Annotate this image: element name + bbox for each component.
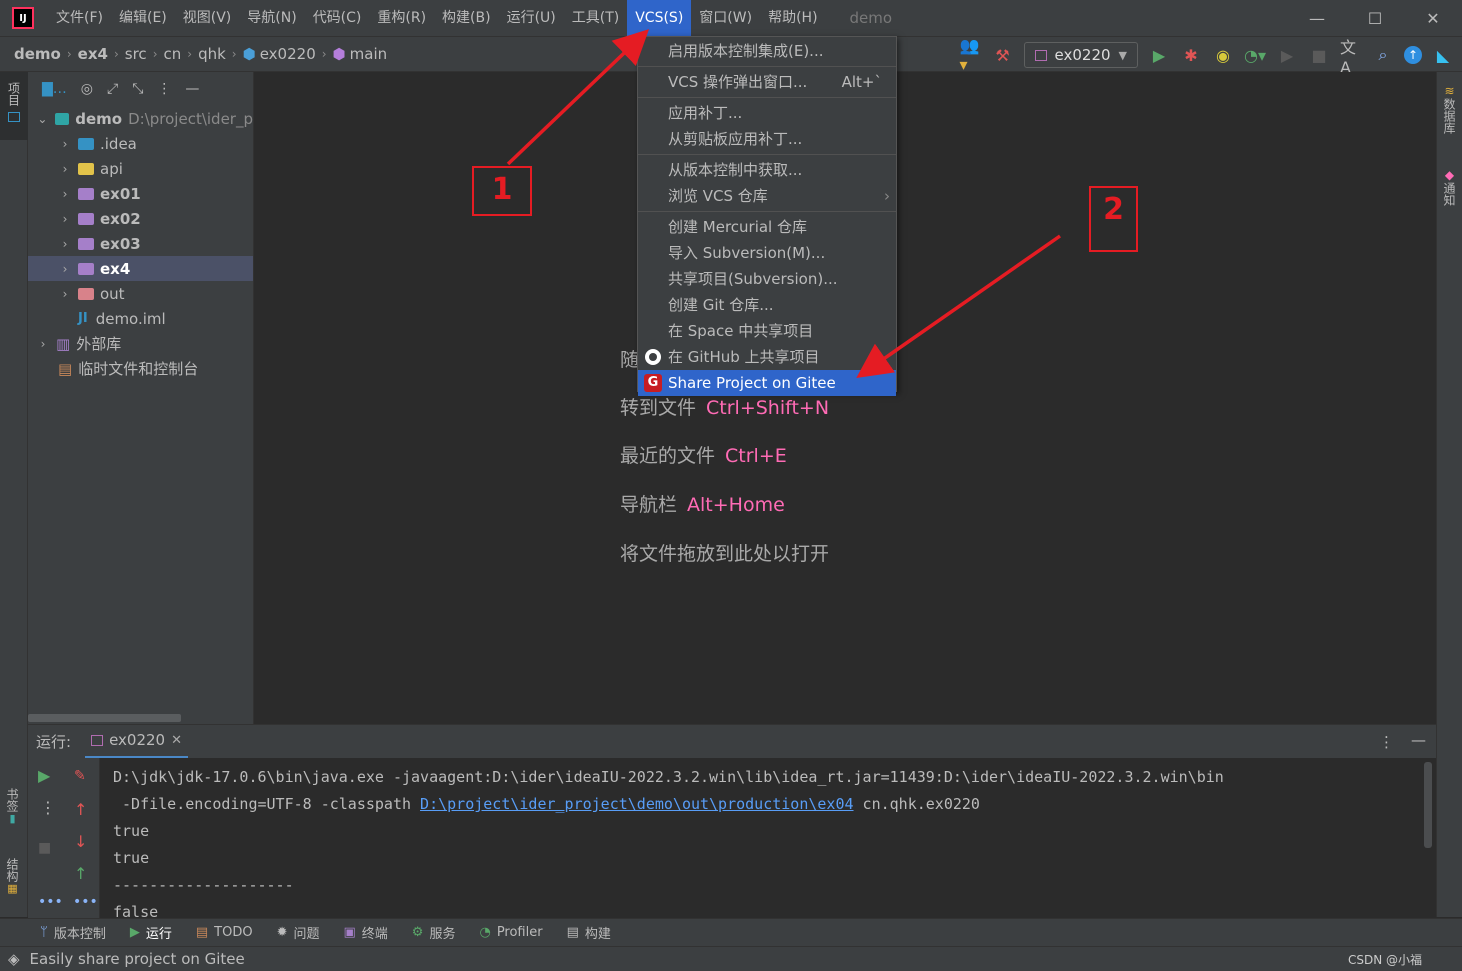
stop-icon: ■: [38, 840, 52, 856]
services-icon: ⚙: [411, 925, 424, 940]
arrow-to-gitee-item: [856, 234, 1062, 379]
tab-label: 运行: [145, 927, 172, 942]
todo-icon: ▤: [195, 925, 209, 940]
tab-label: 终端: [361, 927, 388, 942]
run-side-toolbar: ▶ ✎ ⋮ ↑ ■ ↓ ↑ ••• •••: [28, 758, 100, 918]
profiler-icon: ◔: [479, 925, 491, 940]
ellipsis-icon[interactable]: •••: [38, 894, 63, 910]
tab-version-control[interactable]: ᛘ 版本控制: [40, 923, 106, 942]
status-bar: ◈ Easily share project on Gitee CSDN @小福: [0, 946, 1462, 971]
tab-run[interactable]: ▶ 运行: [130, 923, 172, 942]
scroll-top-icon[interactable]: ↑: [74, 864, 87, 883]
status-text: Easily share project on Gitee: [29, 950, 245, 968]
tab-label: Profiler: [496, 925, 543, 940]
up-arrow-icon[interactable]: ↑: [74, 800, 87, 819]
run-icon: ▶: [129, 925, 140, 940]
bottom-tool-tabs: ᛘ 版本控制 ▶ 运行 ▤ TODO ✹ 问题 ▣ 终端 ⚙ 服务 ◔ Profiler ▤ 构…: [0, 918, 1462, 946]
console-output[interactable]: D:\jdk\jdk-17.0.6\bin\java.exe -javaagen…: [100, 758, 1436, 918]
tab-problems[interactable]: ✹ 问题: [277, 923, 320, 942]
tab-label: 构建: [584, 927, 611, 942]
tab-services[interactable]: ⚙ 服务: [412, 923, 456, 942]
console-line: D:\jdk\jdk-17.0.6\bin\java.exe -javaagen…: [113, 768, 1224, 786]
run-options-icon[interactable]: ⋮: [1379, 733, 1394, 751]
run-panel-label: 运行:: [36, 733, 72, 751]
console-line: true: [113, 822, 150, 840]
branch-icon: ᛘ: [40, 925, 48, 940]
run-tab-label: ex0220: [109, 731, 166, 749]
ellipsis-icon[interactable]: •••: [73, 894, 98, 910]
tab-label: 服务: [429, 927, 456, 942]
tab-terminal[interactable]: ▣ 终端: [343, 923, 387, 942]
tab-profiler[interactable]: ◔ Profiler: [479, 925, 542, 940]
console-text: cn.qhk.ex0220: [853, 795, 980, 813]
tab-label: 版本控制: [53, 927, 106, 942]
rerun-icon[interactable]: ▶: [38, 766, 50, 785]
tab-label: TODO: [214, 925, 253, 940]
console-line: --------------------: [113, 876, 294, 894]
classpath-link[interactable]: D:\project\ider_project\demo\out\product…: [420, 795, 853, 813]
down-arrow-icon[interactable]: ↓: [74, 832, 87, 851]
more-icon[interactable]: ⋮: [40, 798, 56, 817]
run-tab-ex0220[interactable]: ex0220 ✕: [85, 725, 188, 759]
app-config-icon: [91, 734, 104, 746]
run-panel-header: 运行: ex0220 ✕ ⋮ —: [28, 724, 1436, 759]
console-line: true: [113, 849, 150, 867]
vertical-scrollbar[interactable]: [1424, 762, 1432, 848]
close-tab-icon[interactable]: ✕: [171, 733, 182, 748]
hide-panel-icon[interactable]: —: [1411, 731, 1426, 749]
build-icon: ▤: [566, 925, 579, 940]
tab-label: 问题: [293, 927, 320, 942]
tab-build[interactable]: ▤ 构建: [567, 923, 611, 942]
arrow-to-vcs-menu: [506, 29, 650, 166]
watermark: CSDN @小福: [1347, 953, 1422, 967]
terminal-icon: ▣: [343, 925, 356, 940]
layers-icon: ◈: [8, 950, 20, 968]
console-line: false: [113, 903, 159, 918]
console-text: -Dfile.encoding=UTF-8 -classpath: [113, 795, 421, 813]
console-line: -Dfile.encoding=UTF-8 -classpath D:\proj…: [113, 791, 1436, 818]
clear-icon[interactable]: ✎: [74, 768, 86, 784]
problems-icon: ✹: [276, 925, 288, 940]
tab-todo[interactable]: ▤ TODO: [196, 925, 253, 940]
